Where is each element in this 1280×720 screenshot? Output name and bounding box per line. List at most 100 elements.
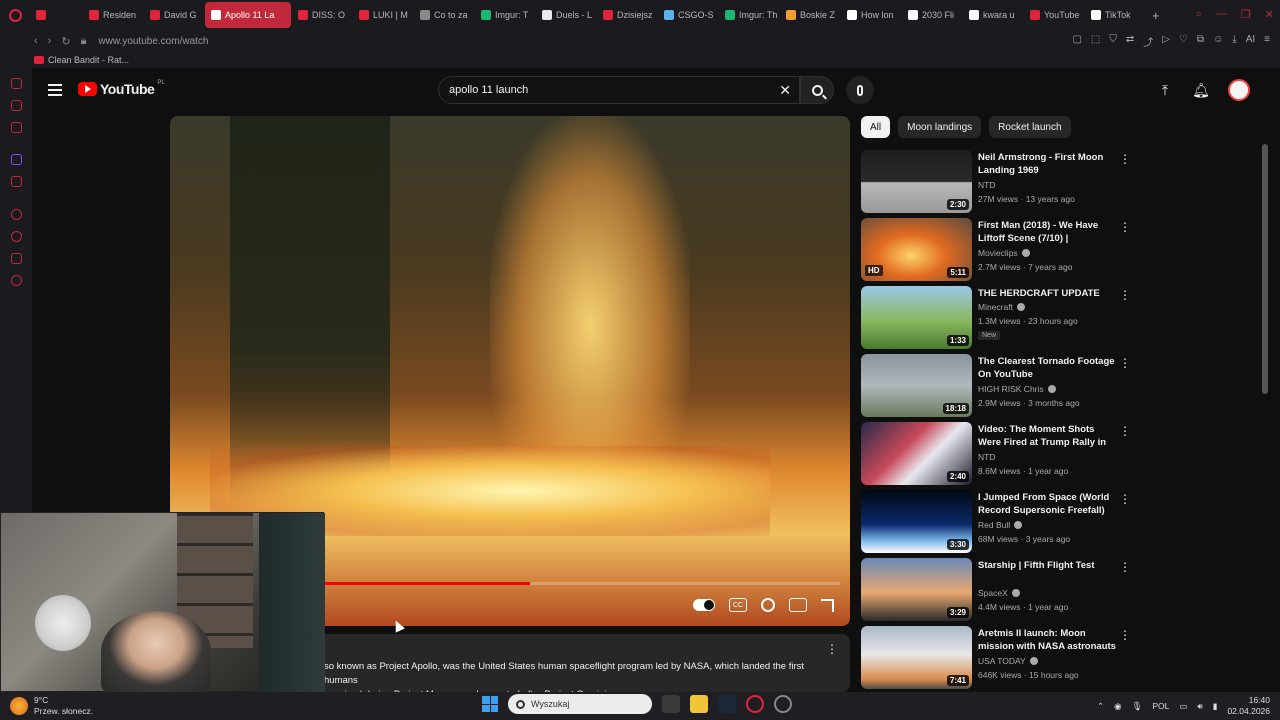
avatar[interactable]: [1228, 79, 1250, 101]
volume-icon[interactable]: 🔊︎: [1197, 701, 1202, 712]
heart-icon[interactable]: ♡: [1179, 34, 1188, 49]
translate-icon[interactable]: ⇄: [1126, 34, 1134, 49]
chevron-up-icon[interactable]: ⌃: [1097, 701, 1104, 712]
video-title[interactable]: First Man (2018) - We Have Liftoff Scene…: [978, 219, 1116, 246]
more-actions-icon[interactable]: ⋮: [1119, 220, 1131, 234]
channel-name[interactable]: NTD: [978, 452, 995, 462]
sidebar-icon[interactable]: [11, 253, 22, 264]
maximize-button[interactable]: ❐: [1241, 8, 1251, 21]
recommended-video[interactable]: 3:30 I Jumped From Space (World Record Su…: [861, 490, 1141, 558]
browser-tab[interactable]: Residen: [83, 2, 143, 28]
channel-name[interactable]: HIGH RISK Chris: [978, 384, 1056, 394]
video-thumbnail[interactable]: 7:41: [861, 626, 972, 689]
channel-name[interactable]: Red Bull: [978, 520, 1023, 530]
recommended-video[interactable]: HD 5:11 First Man (2018) - We Have Liftoff…: [861, 218, 1141, 286]
hamburger-menu-icon[interactable]: [48, 84, 62, 99]
more-actions-icon[interactable]: ⋮: [1119, 356, 1131, 370]
recommended-video[interactable]: 7:41 Aretmis II launch: Moon mission with…: [861, 626, 1141, 694]
recommended-video[interactable]: 18:18 The Clearest Tornado Footage On You…: [861, 354, 1141, 422]
channel-name[interactable]: Minecraft: [978, 302, 1025, 312]
progress-bar[interactable]: [324, 582, 840, 585]
upload-icon[interactable]: ⤒: [1156, 81, 1174, 99]
browser-tab[interactable]: YouTube: [1024, 2, 1084, 28]
browser-tab[interactable]: Dzisiejsz: [597, 2, 657, 28]
channel-name[interactable]: NTD: [978, 180, 995, 190]
browser-tab[interactable]: How lon: [841, 2, 901, 28]
sidebar-icon[interactable]: [11, 100, 22, 111]
channel-name[interactable]: USA TODAY: [978, 656, 1038, 666]
start-button[interactable]: [482, 696, 498, 712]
video-thumbnail[interactable]: 1:33: [861, 286, 972, 349]
extensions-icon[interactable]: ⧉: [1197, 34, 1204, 49]
microphone-icon[interactable]: 🎙︎: [1132, 701, 1143, 712]
video-title[interactable]: Starship | Fifth Flight Test: [978, 559, 1116, 572]
search-button[interactable]: [800, 76, 834, 104]
voice-search-button[interactable]: [846, 76, 874, 104]
ai-icon[interactable]: AI: [1246, 34, 1255, 49]
shield-icon[interactable]: ⛉: [1109, 34, 1117, 49]
autoplay-toggle[interactable]: [693, 599, 715, 611]
reload-icon[interactable]: ↻: [61, 35, 70, 48]
video-thumbnail[interactable]: HD 5:11: [861, 218, 972, 281]
more-actions-icon[interactable]: ⋮: [1119, 424, 1131, 438]
sidebar-icon[interactable]: [11, 176, 22, 187]
twitch-icon[interactable]: [11, 154, 22, 165]
network-icon[interactable]: ▭: [1179, 701, 1187, 712]
battery-icon[interactable]: ▮: [1213, 701, 1218, 712]
video-thumbnail[interactable]: 2:40: [861, 422, 972, 485]
channel-name[interactable]: Movieclips: [978, 248, 1030, 258]
menu-icon[interactable]: ≡: [1264, 34, 1270, 49]
language-indicator[interactable]: POL: [1152, 701, 1169, 711]
bookmark-item[interactable]: Clean Bandit - Rat...: [48, 55, 129, 65]
page-scrollbar[interactable]: [1262, 144, 1268, 394]
minimize-button[interactable]: —: [1216, 8, 1227, 21]
forward-icon[interactable]: ›: [48, 35, 52, 48]
recommended-video[interactable]: 2:40 Video: The Moment Shots Were Fired a…: [861, 422, 1141, 490]
sidebar-icon[interactable]: [11, 209, 22, 220]
recommended-video[interactable]: 3:29 Starship | Fifth Flight Test SpaceX 4.…: [861, 558, 1141, 626]
history-icon[interactable]: [11, 231, 22, 242]
share-icon[interactable]: ⤴: [1143, 34, 1153, 49]
clear-search-icon[interactable]: ✕: [779, 82, 791, 99]
filter-chip[interactable]: Rocket launch: [989, 116, 1071, 138]
notifications-bell-icon[interactable]: 🔔︎: [1192, 81, 1210, 99]
search-tabs-icon[interactable]: ⌕: [1196, 8, 1202, 21]
video-title[interactable]: Aretmis II launch: Moon mission with NAS…: [978, 627, 1116, 654]
more-actions-icon[interactable]: ⋮: [1119, 492, 1131, 506]
browser-tab[interactable]: TikTok: [1085, 2, 1145, 28]
browser-tab[interactable]: 2030 Fli: [902, 2, 962, 28]
video-thumbnail[interactable]: 18:18: [861, 354, 972, 417]
browser-tab[interactable]: DISS: O: [292, 2, 352, 28]
browser-tab[interactable]: Boskie Z: [780, 2, 840, 28]
snapshot-icon[interactable]: ⬚: [1091, 34, 1100, 49]
account-icon[interactable]: ☺: [1213, 34, 1223, 49]
filter-chip[interactable]: Moon landings: [898, 116, 982, 138]
bookmark-icon[interactable]: ▢: [1072, 34, 1081, 49]
video-thumbnail[interactable]: 3:30: [861, 490, 972, 553]
browser-tab[interactable]: LUKI | M: [353, 2, 413, 28]
clock[interactable]: 16:40 02.04.2026: [1227, 695, 1270, 717]
new-tab-button[interactable]: +: [1146, 8, 1160, 23]
weather-widget[interactable]: 9°C Przew. słonecz.: [10, 695, 93, 717]
sidebar-icon[interactable]: [11, 122, 22, 133]
more-actions-icon[interactable]: ⋮: [1119, 628, 1131, 642]
filter-chip[interactable]: All: [861, 116, 891, 138]
taskbar-search-input[interactable]: Wyszukaj: [508, 694, 652, 714]
channel-name[interactable]: SpaceX: [978, 588, 1020, 598]
task-view-icon[interactable]: [662, 695, 680, 713]
browser-tab[interactable]: David G: [144, 2, 204, 28]
video-title[interactable]: The Clearest Tornado Footage On YouTube: [978, 355, 1116, 381]
close-window-button[interactable]: ✕: [1265, 8, 1274, 21]
app-icon[interactable]: [774, 695, 792, 713]
download-icon[interactable]: ⤓: [1232, 34, 1236, 49]
browser-tab[interactable]: Co to za: [414, 2, 474, 28]
video-title[interactable]: Neil Armstrong - First Moon Landing 1969: [978, 151, 1116, 177]
browser-tab[interactable]: Apollo 11 La: [205, 2, 291, 28]
play-icon[interactable]: ▷: [1162, 34, 1170, 49]
browser-tab[interactable]: kwara u: [963, 2, 1023, 28]
settings-icon[interactable]: [11, 275, 22, 286]
browser-tab[interactable]: CSGO-S: [658, 2, 718, 28]
browser-tab[interactable]: Imgur: T: [475, 2, 535, 28]
more-actions-icon[interactable]: ⋮: [1119, 560, 1131, 574]
more-actions-icon[interactable]: ⋮: [1119, 152, 1131, 166]
